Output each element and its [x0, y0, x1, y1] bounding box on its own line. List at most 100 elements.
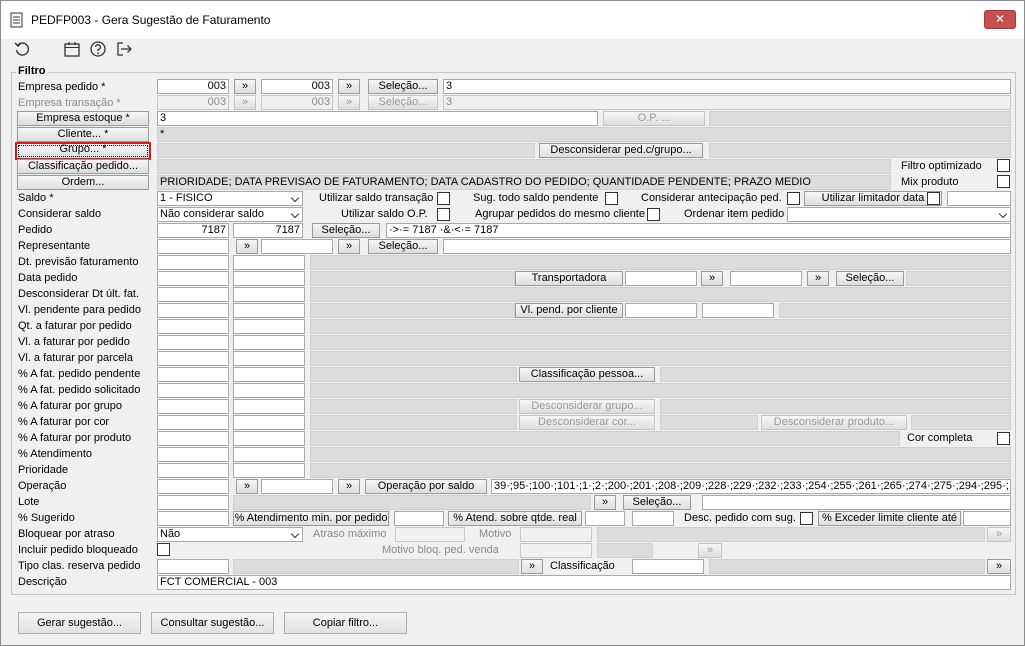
exit-icon[interactable]	[115, 40, 133, 58]
vl-faturar-pedido-to[interactable]	[233, 335, 305, 350]
consultar-sugestao-button[interactable]: Consultar sugestão...	[151, 612, 274, 634]
lote-arrow-button[interactable]: »	[594, 495, 616, 510]
representante-arrow-button-2[interactable]: »	[338, 239, 360, 254]
pct-grupo-from[interactable]	[157, 399, 229, 414]
agrupar-pedidos-checkbox[interactable]	[647, 208, 660, 221]
empresa-estoque-field[interactable]: 3	[157, 111, 598, 126]
vl-pend-cliente-button[interactable]: Vl. pend. por cliente	[515, 303, 623, 318]
qt-faturar-to[interactable]	[233, 319, 305, 334]
utilizar-saldo-transacao-checkbox[interactable]	[437, 192, 450, 205]
vl-pend-cliente-from[interactable]	[625, 303, 697, 318]
ordem-button[interactable]: Ordem...	[17, 175, 149, 190]
tipo-clas-arrow-button[interactable]: »	[521, 559, 543, 574]
vl-faturar-pedido-from[interactable]	[157, 335, 229, 350]
pct-atendimento-to[interactable]	[233, 447, 305, 462]
classificacao-pedido-button[interactable]: Classificação pedido...	[17, 159, 149, 174]
lote-selecao-button[interactable]: Seleção...	[623, 495, 691, 510]
empresa-pedido-selection[interactable]: 3	[443, 79, 1011, 94]
pct-grupo-to[interactable]	[233, 399, 305, 414]
desc-pedido-field[interactable]	[632, 511, 674, 526]
pedido-from[interactable]: 7187	[157, 223, 229, 238]
data-pedido-to[interactable]	[233, 271, 305, 286]
representante-selection[interactable]	[443, 239, 1011, 254]
close-button[interactable]: ✕	[984, 10, 1016, 29]
operacao-arrow-button[interactable]: »	[236, 479, 258, 494]
pedido-selecao-button[interactable]: Seleção...	[312, 223, 380, 238]
empresa-pedido-selecao-button[interactable]: Seleção...	[368, 79, 438, 94]
sug-todo-saldo-checkbox[interactable]	[605, 192, 618, 205]
empresa-pedido-arrow-button[interactable]: »	[234, 79, 256, 94]
transportadora-button[interactable]: Transportadora	[515, 271, 623, 286]
lote-selection[interactable]	[702, 495, 1011, 510]
filtro-optimizado-checkbox[interactable]	[997, 159, 1010, 172]
exceder-limite-field[interactable]	[963, 511, 1011, 526]
sugerido-field[interactable]	[157, 511, 229, 526]
operacao-field[interactable]	[157, 479, 229, 494]
incluir-bloqueado-checkbox[interactable]	[157, 543, 170, 556]
tipo-clas-field[interactable]	[157, 559, 229, 574]
limitador-data-field[interactable]	[947, 191, 1011, 206]
vl-pendente-from[interactable]	[157, 303, 229, 318]
classificacao-field[interactable]	[632, 559, 704, 574]
prioridade-from[interactable]	[157, 463, 229, 478]
pedido-selection[interactable]: ·>·= 7187 ·&·<·= 7187	[386, 223, 1011, 238]
classificacao-arrow-button[interactable]: »	[987, 559, 1011, 574]
operacao-selection[interactable]: 39·;95·;100·;101·;1·;2·;200·;201·;208·;2…	[491, 479, 1011, 494]
representante-arrow-button[interactable]: »	[236, 239, 258, 254]
help-icon[interactable]	[89, 40, 107, 58]
pct-solicitado-from[interactable]	[157, 383, 229, 398]
operacao-arrow-button-2[interactable]: »	[338, 479, 360, 494]
dt-previsao-to[interactable]	[233, 255, 305, 270]
vl-faturar-parcela-to[interactable]	[233, 351, 305, 366]
utilizar-saldo-op-checkbox[interactable]	[437, 208, 450, 221]
atendimento-min-field[interactable]	[394, 511, 444, 526]
utilizar-limitador-data-button[interactable]: Utilizar limitador data	[804, 191, 942, 206]
pct-produto-from[interactable]	[157, 431, 229, 446]
cor-completa-checkbox[interactable]	[997, 432, 1010, 445]
pct-cor-to[interactable]	[233, 415, 305, 430]
considerar-antecipacao-checkbox[interactable]	[787, 192, 800, 205]
atend-qtde-real-button[interactable]: % Atend. sobre qtde. real	[448, 511, 582, 526]
lote-field[interactable]	[157, 495, 229, 510]
data-pedido-from[interactable]	[157, 271, 229, 286]
transportadora-to[interactable]	[730, 271, 802, 286]
vl-pend-cliente-to[interactable]	[702, 303, 774, 318]
transportadora-selecao-button[interactable]: Seleção...	[836, 271, 904, 286]
utilizar-limitador-data-checkbox[interactable]	[927, 192, 940, 205]
transportadora-arrow-button-2[interactable]: »	[807, 271, 829, 286]
atendimento-min-button[interactable]: % Atendimento min. por pedido	[233, 511, 389, 526]
empresa-estoque-button[interactable]: Empresa estoque *	[17, 111, 149, 126]
transportadora-from[interactable]	[625, 271, 697, 286]
operacao-field-2[interactable]	[261, 479, 333, 494]
ordenar-item-select[interactable]	[787, 207, 1011, 222]
desconsiderar-dt-to[interactable]	[233, 287, 305, 302]
copiar-filtro-button[interactable]: Copiar filtro...	[284, 612, 407, 634]
classificacao-pessoa-button[interactable]: Classificação pessoa...	[519, 367, 655, 382]
pct-produto-to[interactable]	[233, 431, 305, 446]
empresa-pedido-to[interactable]: 003	[261, 79, 333, 94]
bloquear-atraso-select[interactable]: Não	[157, 527, 303, 542]
representante-field[interactable]	[157, 239, 229, 254]
representante-field-2[interactable]	[261, 239, 333, 254]
refresh-icon[interactable]	[13, 40, 31, 58]
considerar-saldo-select[interactable]: Não considerar saldo	[157, 207, 303, 222]
operacao-por-saldo-button[interactable]: Operação por saldo	[365, 479, 487, 494]
saldo-select[interactable]: 1 - FISICO	[157, 191, 303, 206]
pct-solicitado-to[interactable]	[233, 383, 305, 398]
desconsiderar-ped-grupo-button[interactable]: Desconsiderar ped.c/grupo...	[539, 143, 703, 158]
pct-pendente-to[interactable]	[233, 367, 305, 382]
prioridade-to[interactable]	[233, 463, 305, 478]
representante-selecao-button[interactable]: Seleção...	[368, 239, 438, 254]
atend-qtde-real-field[interactable]	[585, 511, 625, 526]
cliente-button[interactable]: Cliente... *	[17, 127, 149, 142]
qt-faturar-from[interactable]	[157, 319, 229, 334]
transportadora-arrow-button[interactable]: »	[701, 271, 723, 286]
exceder-limite-button[interactable]: % Exceder limite cliente até	[818, 511, 961, 526]
mix-produto-checkbox[interactable]	[997, 175, 1010, 188]
calendar-icon[interactable]	[63, 40, 81, 58]
grupo-button[interactable]: Grupo... *	[15, 142, 151, 160]
gerar-sugestao-button[interactable]: Gerar sugestão...	[18, 612, 141, 634]
empresa-pedido-arrow-button-2[interactable]: »	[338, 79, 360, 94]
vl-faturar-parcela-from[interactable]	[157, 351, 229, 366]
empresa-pedido-from[interactable]: 003	[157, 79, 229, 94]
